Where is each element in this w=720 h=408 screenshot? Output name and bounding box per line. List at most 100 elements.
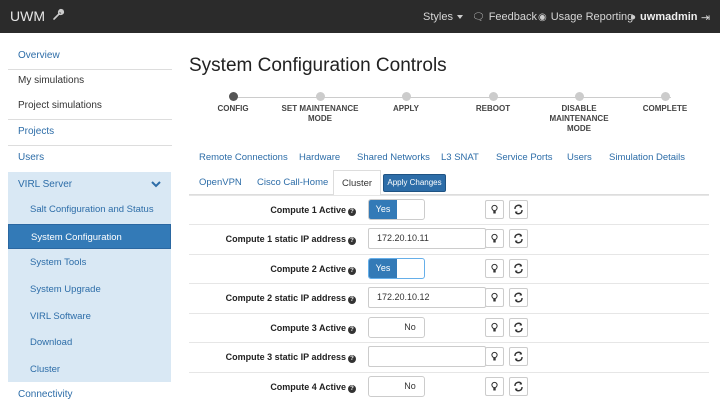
lightbulb-button[interactable] [485, 288, 504, 307]
compute4-active-toggle[interactable]: No [368, 376, 425, 397]
step-dot [401, 92, 411, 101]
wizard-step-complete: COMPLETE [621, 92, 709, 114]
page-title: System Configuration Controls [189, 55, 447, 76]
tab-openvpn[interactable]: OpenVPN [199, 177, 242, 188]
globe-icon: ◉ [538, 12, 547, 23]
apply-changes-button[interactable]: Apply Changes [383, 174, 446, 192]
field-label: Compute 1 static IP address? [226, 234, 356, 245]
help-icon[interactable]: ? [348, 296, 356, 304]
help-icon[interactable]: ? [348, 355, 356, 363]
tab-cluster[interactable]: Cluster [333, 170, 382, 195]
tab-shared-networks[interactable]: Shared Networks [357, 152, 430, 163]
step-label: DISABLE MAINTENANCE MODE [549, 104, 609, 133]
reset-button[interactable] [509, 200, 528, 219]
wrench-icon[interactable] [51, 6, 65, 24]
chat-icon: 🗨 [472, 12, 485, 23]
lightbulb-button[interactable] [485, 347, 504, 366]
caret-down-icon [456, 15, 463, 20]
sidebar-item-connectivity[interactable]: Connectivity [0, 382, 172, 408]
sidebar-subitem-system-upgrade[interactable]: System Upgrade [8, 277, 171, 302]
form-row-compute3-ip: Compute 3 static IP address? [189, 342, 709, 371]
step-label: APPLY [393, 104, 419, 113]
help-icon[interactable]: ? [348, 385, 356, 393]
form-row-compute2-ip: Compute 2 static IP address? 172.20.10.1… [189, 283, 709, 312]
lightbulb-icon [491, 204, 498, 214]
wizard-step-set-maintenance: SET MAINTENANCE MODE [276, 92, 364, 124]
lightbulb-button[interactable] [485, 318, 504, 337]
field-label: Compute 1 Active? [270, 205, 356, 216]
tab-cisco-call-home[interactable]: Cisco Call-Home [257, 177, 328, 188]
help-icon[interactable]: ? [348, 237, 356, 245]
progress-wizard: CONFIG SET MAINTENANCE MODE APPLY REBOOT… [189, 90, 709, 140]
sidebar-item-project-simulations[interactable]: Project simulations [0, 93, 172, 119]
lightbulb-button[interactable] [485, 377, 504, 396]
sidebar-item-overview[interactable]: Overview [0, 43, 172, 69]
field-label: Compute 2 Active? [270, 264, 356, 275]
compute3-ip-input[interactable] [368, 346, 486, 367]
compute3-active-toggle[interactable]: No [368, 317, 425, 338]
tab-l3-snat[interactable]: L3 SNAT [441, 152, 479, 163]
lightbulb-button[interactable] [485, 259, 504, 278]
step-dot [574, 92, 584, 101]
user-icon: ● [630, 12, 637, 23]
compute2-ip-input[interactable]: 172.20.10.12 [368, 287, 486, 308]
field-label: Compute 3 static IP address? [226, 352, 356, 363]
sidebar-item-virl-server[interactable]: VIRL Server [8, 172, 171, 198]
compute1-ip-input[interactable]: 172.20.10.11 [368, 228, 486, 249]
usage-reporting-link[interactable]: ◉ Usage Reporting [538, 11, 633, 23]
reset-button[interactable] [509, 347, 528, 366]
form-row-compute4-active: Compute 4 Active? No [189, 372, 709, 401]
compute2-active-toggle[interactable]: Yes [368, 258, 425, 279]
reset-button[interactable] [509, 229, 528, 248]
wizard-step-apply: APPLY [362, 92, 450, 114]
lightbulb-icon [491, 322, 498, 332]
sidebar-subitem-cluster[interactable]: Cluster [8, 357, 171, 382]
refresh-icon [514, 292, 523, 303]
tab-service-ports[interactable]: Service Ports [496, 152, 553, 163]
field-label: Compute 4 Active? [270, 382, 356, 393]
lightbulb-icon [491, 351, 498, 361]
sidebar-subitem-salt-configuration[interactable]: Salt Configuration and Status [8, 197, 171, 222]
sidebar-subitem-virl-software[interactable]: VIRL Software [8, 304, 171, 329]
help-icon[interactable]: ? [348, 267, 356, 275]
tab-remote-connections[interactable]: Remote Connections [199, 152, 288, 163]
tab-simulation-details[interactable]: Simulation Details [609, 152, 685, 163]
sidebar-subitem-system-tools[interactable]: System Tools [8, 250, 171, 275]
reset-button[interactable] [509, 288, 528, 307]
sidebar-item-users[interactable]: Users [0, 145, 172, 171]
step-label: COMPLETE [642, 104, 688, 113]
refresh-icon [514, 204, 523, 215]
step-dot [315, 92, 325, 101]
toggle-no: No [404, 381, 416, 391]
sidebar-subitem-system-configuration[interactable]: System Configuration [8, 224, 171, 249]
compute1-active-toggle[interactable]: Yes [368, 199, 425, 220]
reset-button[interactable] [509, 318, 528, 337]
sidebar-item-projects[interactable]: Projects [0, 119, 172, 145]
sidebar-group-label: VIRL Server [18, 179, 73, 190]
logout-icon[interactable]: ⇥ [701, 11, 710, 24]
wizard-step-reboot: REBOOT [449, 92, 537, 114]
reset-button[interactable] [509, 377, 528, 396]
feedback-link[interactable]: 🗨 Feedback [472, 11, 537, 23]
lightbulb-icon [491, 263, 498, 273]
sidebar-item-my-simulations[interactable]: My simulations [0, 68, 172, 94]
lightbulb-button[interactable] [485, 200, 504, 219]
help-icon[interactable]: ? [348, 326, 356, 334]
sidebar-subitem-download[interactable]: Download [8, 330, 171, 355]
form-row-compute3-active: Compute 3 Active? No [189, 313, 709, 342]
tab-users[interactable]: Users [567, 152, 592, 163]
step-label: SET MAINTENANCE MODE [281, 104, 359, 123]
reset-button[interactable] [509, 259, 528, 278]
refresh-icon [514, 351, 523, 362]
step-dot [488, 92, 498, 101]
user-menu[interactable]: ● uwmadmin [630, 11, 698, 23]
refresh-icon [514, 233, 523, 244]
help-icon[interactable]: ? [348, 208, 356, 216]
step-label: CONFIG [217, 104, 249, 113]
brand-logo[interactable]: UWM [10, 8, 45, 24]
lightbulb-button[interactable] [485, 229, 504, 248]
tab-hardware[interactable]: Hardware [299, 152, 340, 163]
chevron-down-icon [151, 181, 161, 188]
styles-menu[interactable]: Styles [423, 11, 463, 23]
refresh-icon [514, 381, 523, 392]
